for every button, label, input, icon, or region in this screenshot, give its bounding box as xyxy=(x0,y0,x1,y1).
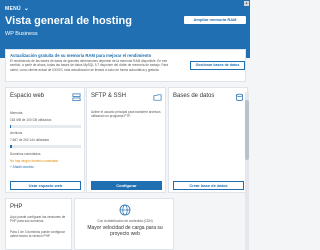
configure-sftp-button[interactable]: Configurar xyxy=(91,181,162,190)
memory-label: Memoria xyxy=(10,111,23,115)
add-domain-link[interactable]: + Añadir dominio xyxy=(10,165,34,169)
manage-databases-button[interactable]: Gestionar bases de datos xyxy=(190,61,245,70)
memory-usage-fill xyxy=(10,125,11,128)
files-label: Archivos xyxy=(10,131,23,135)
upgrade-ram-button[interactable]: Ampliar memoria RAM xyxy=(184,16,246,24)
notice-text: El rendimiento de las bases de datos de … xyxy=(10,59,169,72)
page-title: Vista general de hosting xyxy=(5,15,132,27)
scroll-up-arrow-icon[interactable]: ▲ xyxy=(244,1,249,6)
domains-label: Dominios conectados xyxy=(10,152,41,156)
card-title: PHP xyxy=(10,204,23,210)
promo-text: Con la distribución de contenido (CDN) xyxy=(97,219,153,223)
use-web-space-button[interactable]: Usar espacio web xyxy=(10,181,81,190)
globe-icon xyxy=(119,204,131,216)
promo-headline: Mayor velocidad de carga para su proyect… xyxy=(87,225,163,237)
notice-title: Actualización gratuita de su memoria RAM… xyxy=(10,53,152,58)
php-description-2: Para 1 de 3 dominios puede configurar us… xyxy=(10,230,65,239)
main-menu-button[interactable]: MENÚ ⌄ xyxy=(5,5,30,13)
memory-usage-bar xyxy=(10,125,81,128)
files-value: 7.667 de 262.144 utilizados xyxy=(10,138,49,142)
php-card: PHP Aquí puede configurar las versiones … xyxy=(5,198,72,250)
menu-label: MENÚ xyxy=(5,6,21,12)
cdn-promo-card: Con la distribución de contenido (CDN) M… xyxy=(74,198,174,250)
ram-upgrade-notice: Actualización gratuita de su memoria RAM… xyxy=(5,49,246,82)
card-title: Bases de datos xyxy=(173,93,215,99)
database-icon xyxy=(235,93,244,102)
folder-icon xyxy=(153,94,162,101)
server-icon xyxy=(72,93,81,102)
scrollbar-thumb[interactable] xyxy=(245,100,249,160)
sftp-ssh-card: SFTP & SSH Active el usuario principal p… xyxy=(86,87,166,193)
databases-card: Bases de datos Crear base de datos xyxy=(168,87,248,193)
files-usage-bar xyxy=(10,145,81,148)
card-title: Espacio web xyxy=(10,93,45,99)
php-description: Aquí puede configurar las versiones de P… xyxy=(10,215,66,224)
web-space-card: Espacio web Memoria 163 MB de 100 GB uti… xyxy=(5,87,85,193)
no-domain-warning: No hay ningún dominio conectado xyxy=(10,159,59,163)
memory-value: 163 MB de 100 GB utilizados xyxy=(10,118,52,122)
create-database-button[interactable]: Crear base de datos xyxy=(173,181,244,190)
card-title: SFTP & SSH xyxy=(91,93,126,99)
package-name: WP Business xyxy=(5,31,38,37)
files-usage-fill xyxy=(10,145,13,148)
sftp-description: Active el usuario principal para transfe… xyxy=(91,110,161,119)
chevron-down-icon: ⌄ xyxy=(23,5,30,12)
